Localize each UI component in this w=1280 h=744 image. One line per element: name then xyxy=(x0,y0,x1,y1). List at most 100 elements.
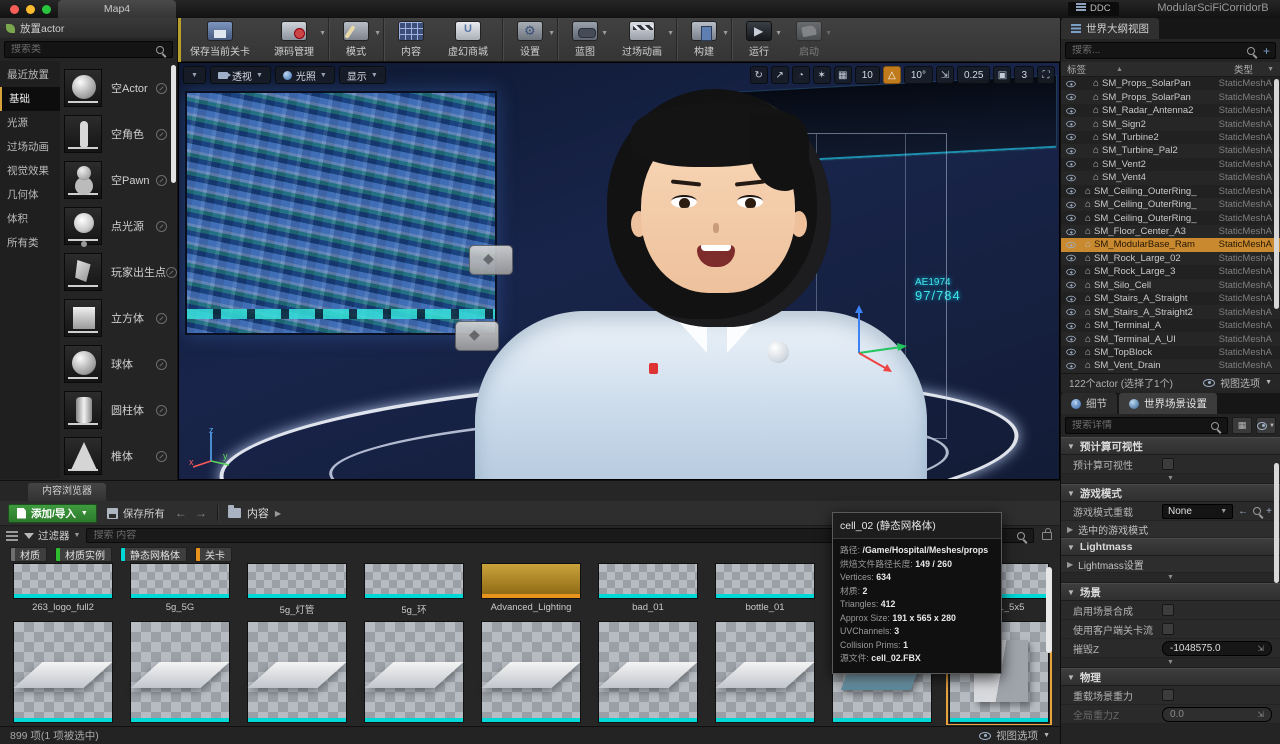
gamemode-select[interactable]: None▼ xyxy=(1162,504,1233,519)
drag-handle-icon[interactable] xyxy=(156,83,167,94)
toolbar-button[interactable]: 蓝图 ▼ xyxy=(560,18,610,61)
drag-handle-icon[interactable] xyxy=(156,129,167,140)
visibility-eye-icon[interactable] xyxy=(1066,336,1076,342)
category-item[interactable]: 几何体 xyxy=(0,183,60,207)
back-arrow-icon[interactable]: ← xyxy=(175,506,187,520)
outliner-row[interactable]: ⌂ SM_Ceiling_OuterRing_ StaticMeshA xyxy=(1061,198,1280,211)
add-import-button[interactable]: 添加/导入▼ xyxy=(8,504,97,523)
breadcrumb[interactable]: 内容 ▶ xyxy=(228,505,281,521)
asset-tile[interactable] xyxy=(591,621,705,725)
show-button[interactable]: 显示▼ xyxy=(339,66,386,84)
ddc-button[interactable]: DDC xyxy=(1068,2,1119,16)
toolbar-button[interactable]: 过场动画 ▼ xyxy=(610,18,677,61)
outliner-search[interactable]: + xyxy=(1065,42,1276,59)
visibility-eye-icon[interactable] xyxy=(1066,94,1076,100)
visibility-eye-icon[interactable] xyxy=(1066,242,1076,248)
asset-tile[interactable]: bad_01 xyxy=(591,563,705,616)
section-lightmass[interactable]: ▼Lightmass xyxy=(1061,538,1280,556)
add-filter-icon[interactable]: + xyxy=(1263,44,1270,58)
placeable-actor-item[interactable]: 空Pawn xyxy=(64,157,169,203)
expander[interactable]: ▼ xyxy=(1061,474,1280,484)
perspective-button[interactable]: 透视▼ xyxy=(210,66,271,84)
scale-snap-icon[interactable]: ⇲ xyxy=(936,66,954,84)
visibility-eye-icon[interactable] xyxy=(1066,322,1076,328)
toolbar-button[interactable]: 运行 ▼ xyxy=(734,18,784,61)
toolbar-button[interactable]: 内容 ▼ xyxy=(386,18,436,61)
visibility-eye-icon[interactable] xyxy=(1066,309,1076,315)
visibility-eye-icon[interactable] xyxy=(1066,188,1076,194)
category-item[interactable]: 过场动画 xyxy=(0,135,60,159)
outliner-row[interactable]: ⌂ SM_Radar_Antenna2 StaticMeshA xyxy=(1061,104,1280,117)
section-physics[interactable]: ▼物理 xyxy=(1061,668,1280,686)
outliner-view-options-button[interactable]: 视图选项 ▼ xyxy=(1203,375,1272,390)
outliner-row[interactable]: ⌂ SM_Turbine2 StaticMeshA xyxy=(1061,131,1280,144)
category-item[interactable]: 光源 xyxy=(0,111,60,135)
visibility-eye-icon[interactable] xyxy=(1066,349,1076,355)
visibility-eye-icon[interactable] xyxy=(1066,107,1076,113)
place-actors-search-input[interactable] xyxy=(5,44,156,55)
outliner-row[interactable]: ⌂ SM_Props_SolarPan StaticMeshA xyxy=(1061,90,1280,103)
category-item[interactable]: 基础 xyxy=(0,87,60,111)
scrollbar[interactable] xyxy=(1274,79,1279,309)
camera-speed-value[interactable]: 3 xyxy=(1014,66,1034,84)
filter-chip[interactable]: 材质 xyxy=(10,547,47,562)
visibility-eye-icon[interactable] xyxy=(1066,161,1076,167)
level-tab[interactable]: Map4 xyxy=(58,0,176,18)
angle-snap-value[interactable]: 10° xyxy=(904,66,933,84)
drag-handle-icon[interactable] xyxy=(156,359,167,370)
visibility-eye-icon[interactable] xyxy=(1066,296,1076,302)
checkbox[interactable] xyxy=(1162,458,1174,470)
outliner-search-input[interactable] xyxy=(1066,45,1247,56)
drag-handle-icon[interactable] xyxy=(166,267,177,278)
chevron-down-icon[interactable]: ▼ xyxy=(1267,66,1274,73)
outliner-row[interactable]: ⌂ SM_TopBlock StaticMeshA xyxy=(1061,346,1280,359)
visibility-eye-icon[interactable] xyxy=(1066,175,1076,181)
property-matrix-icon[interactable]: ▦ xyxy=(1232,417,1252,434)
asset-tile[interactable]: bottle_01 xyxy=(708,563,822,616)
outliner-row[interactable]: ⌂ SM_Ceiling_OuterRing_ StaticMeshA xyxy=(1061,185,1280,198)
viewport-options-button[interactable]: ▼ xyxy=(183,66,206,84)
tab-details[interactable]: i 细节 xyxy=(1061,393,1117,414)
section-precomputed-visibility[interactable]: ▼预计算可视性 xyxy=(1061,437,1280,455)
visibility-eye-icon[interactable] xyxy=(1066,148,1076,154)
asset-tile[interactable]: 5g_环 xyxy=(357,563,471,616)
tab-world-settings[interactable]: 世界场景设置 xyxy=(1119,393,1217,414)
outliner-row[interactable]: ⌂ SM_Rock_Large_02 StaticMeshA xyxy=(1061,252,1280,265)
visibility-eye-icon[interactable] xyxy=(1066,134,1076,140)
content-browser-tab[interactable]: 内容浏览器 xyxy=(28,483,106,501)
drag-handle-icon[interactable] xyxy=(156,175,167,186)
outliner-row[interactable]: ⌂ SM_Props_SolarPan StaticMeshA xyxy=(1061,77,1280,90)
drag-handle-icon[interactable] xyxy=(156,451,167,462)
grid-snap-value[interactable]: 10 xyxy=(855,66,880,84)
drag-handle-icon[interactable] xyxy=(156,313,167,324)
gravity-z-field[interactable]: 0.0⇲ xyxy=(1162,707,1272,722)
outliner-row[interactable]: ⌂ SM_Vent2 StaticMeshA xyxy=(1061,158,1280,171)
visibility-eye-icon[interactable] xyxy=(1066,121,1076,127)
toolbar-button[interactable]: 虚幻商城 ▼ xyxy=(436,18,503,61)
save-all-button[interactable]: 保存所有 xyxy=(107,506,165,521)
viewport[interactable]: AE1974 97/784 xyxy=(178,62,1060,480)
toolbar-button[interactable]: 设置 ▼ xyxy=(505,18,558,61)
category-item[interactable]: 所有类 xyxy=(0,231,60,255)
filter-chip[interactable]: 静态网格体 xyxy=(120,547,187,562)
visibility-eye-icon[interactable] xyxy=(1066,269,1076,275)
asset-tile[interactable]: 5g_5G xyxy=(123,563,237,616)
camera-speed-icon[interactable]: ▣ xyxy=(993,66,1011,84)
display-filter-button[interactable]: ▼ xyxy=(1256,417,1276,434)
grid-snap-icon[interactable]: ▦ xyxy=(834,66,852,84)
lit-mode-button[interactable]: 光照▼ xyxy=(275,66,335,84)
minimize-window-button[interactable] xyxy=(26,5,35,14)
checkbox[interactable] xyxy=(1162,689,1174,701)
killz-field[interactable]: -1048575.0⇲ xyxy=(1162,641,1272,656)
filters-button[interactable]: 过滤器▼ xyxy=(24,528,80,543)
scrollbar[interactable] xyxy=(171,65,176,183)
category-item[interactable]: 视觉效果 xyxy=(0,159,60,183)
placeable-actor-item[interactable]: 空Actor xyxy=(64,65,169,111)
rotate-tool-icon[interactable]: ↻ xyxy=(750,66,768,84)
label-column-header[interactable]: 标签 xyxy=(1067,62,1086,76)
outliner-row[interactable]: ⌂ SM_ModularBase_Ram StaticMeshA xyxy=(1061,238,1280,251)
expander[interactable]: ▼ xyxy=(1061,573,1280,583)
outliner-row[interactable]: ⌂ SM_Stairs_A_Straight StaticMeshA xyxy=(1061,292,1280,305)
visibility-eye-icon[interactable] xyxy=(1066,282,1076,288)
visibility-eye-icon[interactable] xyxy=(1066,81,1076,87)
